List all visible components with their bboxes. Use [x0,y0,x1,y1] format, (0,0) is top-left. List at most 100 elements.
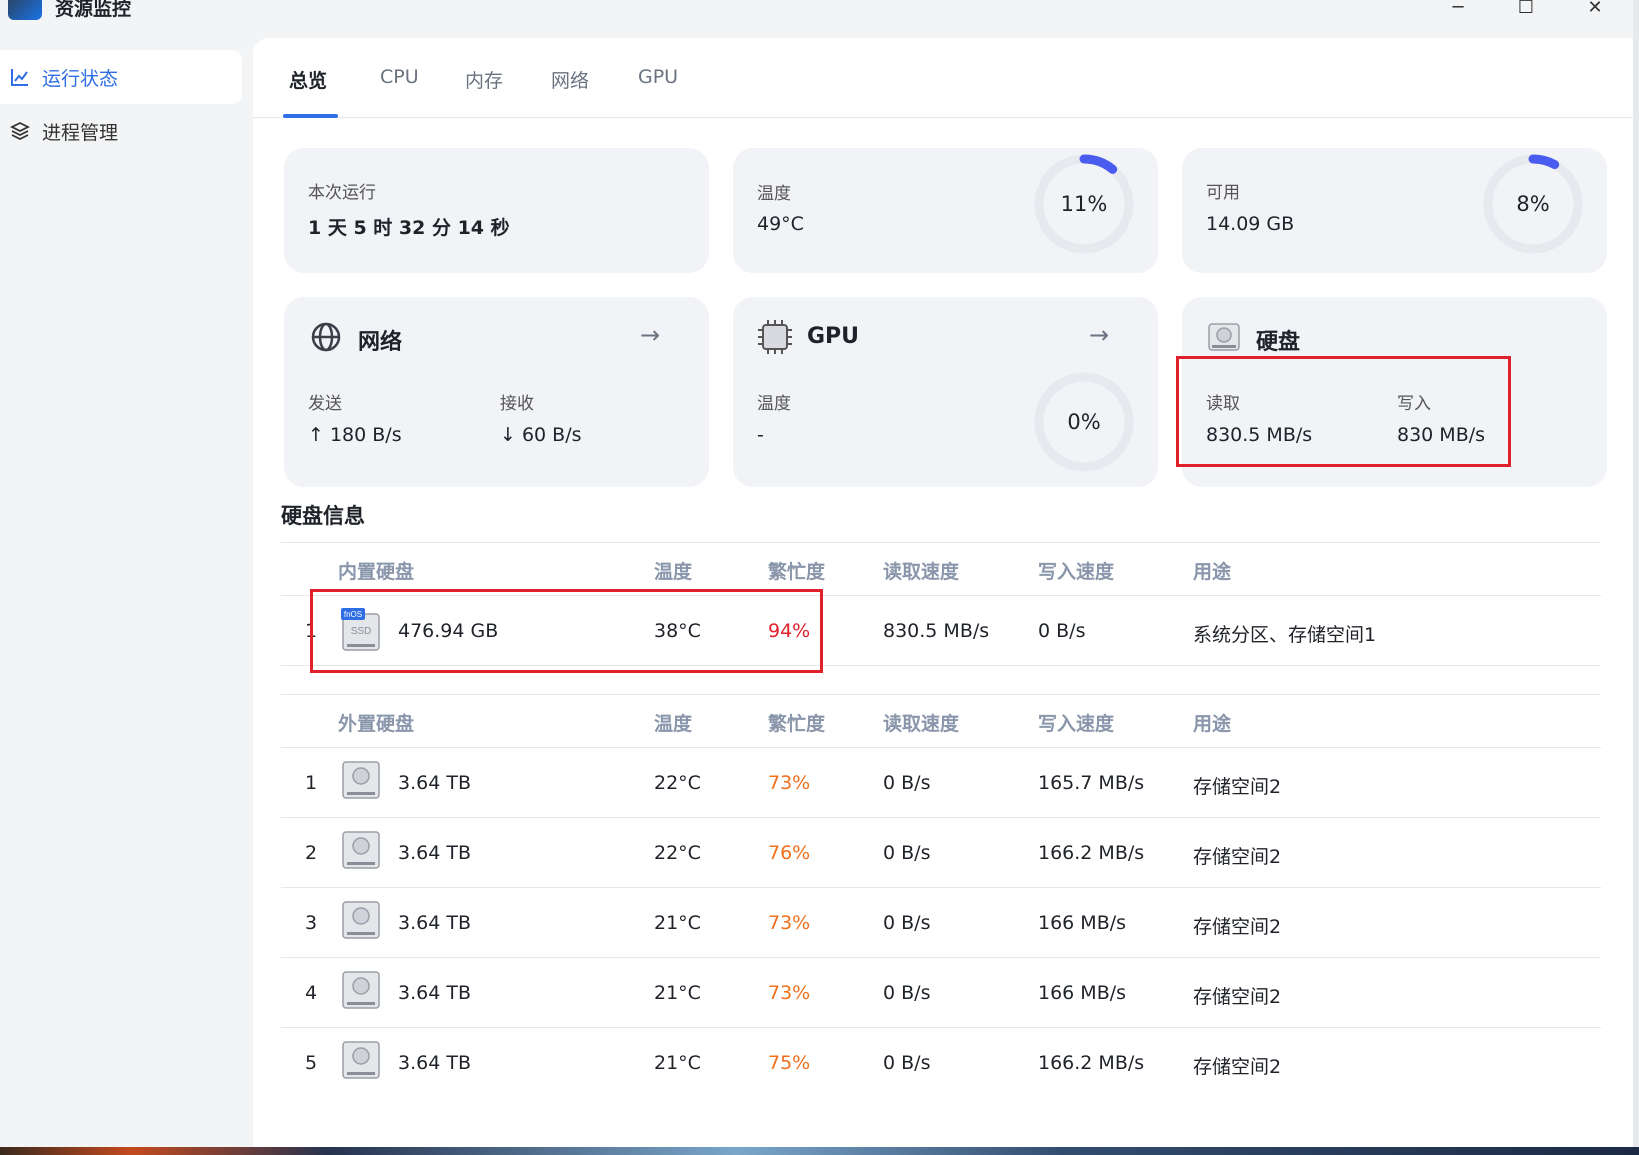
desktop-wallpaper [0,1147,1639,1155]
sidebar-item-label: 进程管理 [42,121,119,144]
window-title: 资源监控 [55,0,132,20]
cpu-temp-label: 温度 [757,184,791,204]
close-button[interactable]: ✕ [1582,0,1608,20]
disk-read-speed: 0 B/s [883,912,931,934]
disk-size: 3.64 TB [398,842,471,864]
tab-network[interactable]: 网络 [551,66,589,93]
memory-available-value: 14.09 GB [1206,213,1295,235]
disk-usage: 存储空间2 [1193,776,1282,798]
gpu-card[interactable]: GPU → 温度 - 0% [733,297,1158,487]
gpu-chip-icon [758,320,792,354]
disk-write-speed: 166 MB/s [1038,982,1127,1004]
disk-busy: 73% [768,772,811,794]
disk-info-title: 硬盘信息 [281,504,365,528]
hdd-icon [342,831,380,869]
tab-memory[interactable]: 内存 [465,66,503,93]
window-edge [1633,0,1639,1155]
table-row[interactable]: 2 3.64 TB 22°C 76% 0 B/s 166.2 MB/s 存储空间… [281,818,1601,888]
disk-write-speed: 166.2 MB/s [1038,842,1145,864]
col-header-temp: 温度 [654,713,693,735]
disk-write-speed: 0 B/s [1038,620,1086,642]
disk-usage: 存储空间2 [1193,846,1282,868]
globe-icon [311,322,341,352]
hdd-icon [342,1041,380,1079]
col-header-usage: 用途 [1193,561,1232,583]
table-header: 外置硬盘 温度 繁忙度 读取速度 写入速度 用途 [281,694,1601,748]
resource-monitor-window: 资源监控 ─ ☐ ✕ 运行状态 进程管理 总览 CPU 内存 网络 GPU 本次… [0,0,1633,1149]
disk-busy: 76% [768,842,811,864]
arrow-right-icon[interactable]: → [640,321,660,349]
tab-gpu[interactable]: GPU [638,66,678,88]
disk-temp: 21°C [654,1052,701,1074]
col-header-usage: 用途 [1193,713,1232,735]
memory-card[interactable]: 可用 14.09 GB 8% [1182,148,1607,273]
title-bar: 资源监控 ─ ☐ ✕ [0,0,1633,38]
cpu-temp-value: 49°C [757,213,804,235]
maximize-button[interactable]: ☐ [1513,0,1539,20]
row-index: 2 [305,842,318,864]
disk-usage: 系统分区、存储空间1 [1193,624,1377,646]
sidebar-item-processes[interactable]: 进程管理 [0,104,242,158]
disk-read-speed: 0 B/s [883,982,931,1004]
disk-write-speed: 166 MB/s [1038,912,1127,934]
disk-read-speed: 0 B/s [883,1052,931,1074]
cpu-usage-percent: 11% [1060,192,1108,216]
tab-overview[interactable]: 总览 [289,66,327,93]
col-header-temp: 温度 [654,561,693,583]
highlight-box [1176,356,1511,467]
layers-icon [10,121,30,141]
disk-write-speed: 166.2 MB/s [1038,1052,1145,1074]
disk-size: 3.64 TB [398,772,471,794]
network-recv-label: 接收 [500,394,534,414]
uptime-card: 本次运行 1 天 5 时 32 分 14 秒 [284,148,709,273]
disk-busy: 73% [768,982,811,1004]
network-recv-value: ↓ 60 B/s [500,424,582,446]
sidebar-item-status[interactable]: 运行状态 [0,50,242,104]
memory-available-label: 可用 [1206,183,1240,203]
col-header-read: 读取速度 [883,561,960,583]
col-header-read: 读取速度 [883,713,960,735]
disk-usage: 存储空间2 [1193,1056,1282,1078]
gpu-temp-label: 温度 [757,394,791,414]
network-card[interactable]: 网络 → 发送 ↑ 180 B/s 接收 ↓ 60 B/s [284,297,709,487]
uptime-label: 本次运行 [308,183,376,203]
disk-card-title: 硬盘 [1256,330,1301,355]
network-send-label: 发送 [308,394,342,414]
table-row[interactable]: 5 3.64 TB 21°C 75% 0 B/s 166.2 MB/s 存储空间… [281,1028,1601,1098]
table-header: 内置硬盘 温度 繁忙度 读取速度 写入速度 用途 [281,542,1601,596]
hdd-icon [342,901,380,939]
col-header-disk: 内置硬盘 [338,561,415,583]
network-send-value: ↑ 180 B/s [308,424,402,446]
table-row[interactable]: 3 3.64 TB 21°C 73% 0 B/s 166 MB/s 存储空间2 [281,888,1601,958]
table-row[interactable]: 1 3.64 TB 22°C 73% 0 B/s 165.7 MB/s 存储空间… [281,748,1601,818]
col-header-write: 写入速度 [1038,713,1115,735]
arrow-right-icon[interactable]: → [1089,321,1109,349]
disk-write-speed: 165.7 MB/s [1038,772,1145,794]
disk-size: 3.64 TB [398,982,471,1004]
col-header-busy: 繁忙度 [768,561,826,583]
tab-cpu[interactable]: CPU [380,66,419,88]
main-panel: 总览 CPU 内存 网络 GPU 本次运行 1 天 5 时 32 分 14 秒 … [253,38,1633,1149]
gpu-card-title: GPU [807,324,860,349]
row-index: 5 [305,1052,318,1074]
disk-size: 3.64 TB [398,912,471,934]
disk-size: 3.64 TB [398,1052,471,1074]
table-row[interactable]: 4 3.64 TB 21°C 73% 0 B/s 166 MB/s 存储空间2 [281,958,1601,1028]
disk-temp: 21°C [654,912,701,934]
col-header-disk: 外置硬盘 [338,713,415,735]
gpu-temp-value: - [757,424,764,446]
disk-usage: 存储空间2 [1193,986,1282,1008]
active-tab-indicator [283,114,338,118]
hard-drive-icon [1208,323,1240,351]
highlight-box [310,589,823,673]
hdd-icon [342,761,380,799]
disk-temp: 22°C [654,842,701,864]
minimize-button[interactable]: ─ [1445,0,1471,20]
disk-read-speed: 0 B/s [883,772,931,794]
sidebar-item-label: 运行状态 [42,67,119,90]
cpu-card[interactable]: 温度 49°C 11% [733,148,1158,273]
row-index: 4 [305,982,318,1004]
gpu-usage-percent: 0% [1067,410,1101,434]
row-index: 3 [305,912,318,934]
col-header-write: 写入速度 [1038,561,1115,583]
